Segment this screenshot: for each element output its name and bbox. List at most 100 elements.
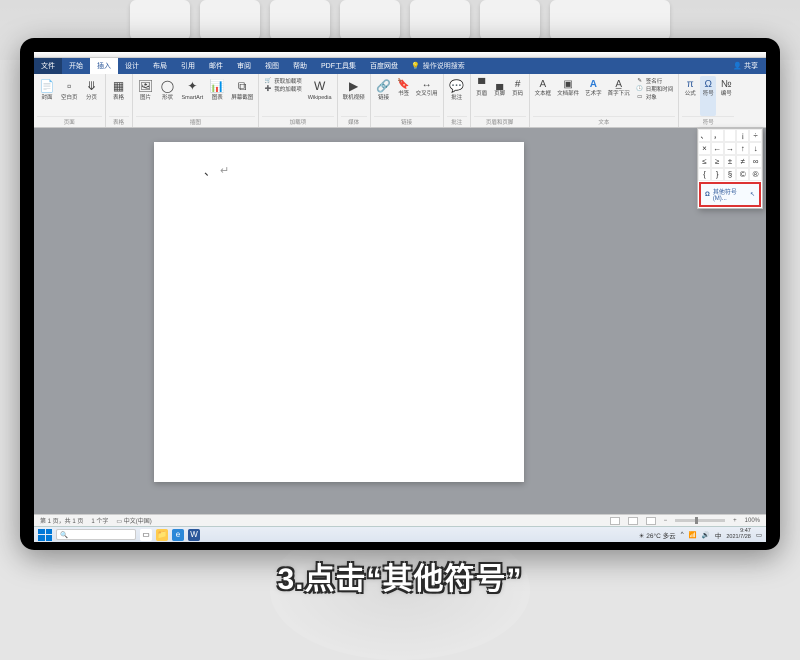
document-page[interactable]: 、 ↵	[154, 142, 524, 482]
blank-page-button[interactable]: ▫空白页	[59, 76, 80, 116]
sym-cell[interactable]: ←	[711, 142, 724, 155]
tab-home[interactable]: 开始	[62, 58, 90, 74]
tab-references[interactable]: 引用	[174, 58, 202, 74]
shapes-icon: ◯	[160, 78, 176, 94]
header-button[interactable]: ▀页眉	[474, 76, 490, 116]
tab-design[interactable]: 设计	[118, 58, 146, 74]
zoom-level[interactable]: 100%	[745, 518, 760, 524]
zoom-in-button[interactable]: +	[733, 518, 737, 524]
sym-cell[interactable]: 、	[698, 129, 711, 142]
quickparts-button[interactable]: ▣文档部件	[555, 76, 581, 116]
tab-pdf[interactable]: PDF工具集	[314, 58, 363, 74]
symbol-button[interactable]: Ω符号	[700, 76, 716, 116]
sym-cell[interactable]: ≤	[698, 155, 711, 168]
document-area[interactable]: 、 ↵	[34, 128, 766, 526]
signature-button[interactable]: ✎签名行	[636, 77, 674, 85]
number-button[interactable]: №编号	[718, 76, 734, 116]
sym-cell[interactable]: ，	[711, 129, 724, 142]
lang-icon: ▭	[116, 519, 122, 525]
share-button[interactable]: 👤 共享	[725, 58, 766, 74]
sym-cell[interactable]: ≥	[711, 155, 724, 168]
view-read-button[interactable]	[610, 517, 620, 525]
equation-button[interactable]: π公式	[682, 76, 698, 116]
sym-cell[interactable]: ↑	[736, 142, 749, 155]
wikipedia-icon: W	[312, 78, 328, 94]
sym-cell[interactable]: ↓	[749, 142, 762, 155]
volume-icon[interactable]: 🔊	[702, 531, 710, 539]
screenshot-button[interactable]: ⧉屏幕截图	[229, 76, 255, 116]
tab-file[interactable]: 文件	[34, 58, 62, 74]
edge-taskbar-icon[interactable]: e	[172, 529, 184, 541]
textbox-button[interactable]: A文本框	[533, 76, 554, 116]
sym-cell[interactable]	[724, 129, 737, 142]
view-print-button[interactable]	[628, 517, 638, 525]
tab-mailings[interactable]: 邮件	[202, 58, 230, 74]
dropcap-button[interactable]: A̲首字下沉	[606, 76, 632, 116]
word-taskbar-icon[interactable]: W	[188, 529, 200, 541]
status-words[interactable]: 1 个字	[91, 516, 108, 525]
sym-cell[interactable]: ®	[749, 168, 762, 181]
pagenum-button[interactable]: #页码	[510, 76, 526, 116]
sym-cell[interactable]: ≠	[736, 155, 749, 168]
text-cursor-area: 、 ↵	[204, 162, 229, 179]
page-break-button[interactable]: ⤋分页	[82, 76, 102, 116]
sym-cell[interactable]: →	[724, 142, 737, 155]
sym-cell[interactable]: ©	[736, 168, 749, 181]
cursor-icon: ↖	[750, 191, 755, 198]
sym-cell[interactable]: ∞	[749, 155, 762, 168]
sym-cell[interactable]: ¡	[736, 129, 749, 142]
ime-icon[interactable]: 中	[715, 530, 722, 540]
notifications-icon[interactable]: ▭	[756, 531, 762, 539]
online-video-button[interactable]: ▶联机视频	[341, 76, 367, 116]
tab-insert[interactable]: 插入	[90, 58, 118, 74]
smartart-button[interactable]: ✦SmartArt	[180, 76, 206, 116]
sym-cell[interactable]: ×	[698, 142, 711, 155]
symbol-grid: 、 ， ¡ ÷ × ← → ↑ ↓ ≤ ≥ ± ≠ ∞ { }	[698, 129, 762, 181]
sym-cell[interactable]: {	[698, 168, 711, 181]
crossref-button[interactable]: ↔交叉引用	[414, 76, 440, 116]
symbol-dropdown-panel: 、 ， ¡ ÷ × ← → ↑ ↓ ≤ ≥ ± ≠ ∞ { }	[697, 128, 763, 209]
weather-icon: ☀	[639, 533, 645, 540]
tab-review[interactable]: 审阅	[230, 58, 258, 74]
comment-button[interactable]: 💬批注	[447, 76, 467, 116]
start-button[interactable]	[38, 529, 52, 541]
tray-chevron-icon[interactable]: ^	[681, 531, 684, 538]
view-web-button[interactable]	[646, 517, 656, 525]
my-addins-button[interactable]: ➕我的加载项	[264, 85, 302, 93]
tab-layout[interactable]: 布局	[146, 58, 174, 74]
tab-help[interactable]: 帮助	[286, 58, 314, 74]
wikipedia-button[interactable]: WWikipedia	[306, 76, 334, 116]
object-button[interactable]: ▭对象	[636, 93, 674, 101]
tell-me[interactable]: 💡 操作说明搜索	[405, 58, 471, 74]
link-button[interactable]: 🔗链接	[374, 76, 394, 116]
chart-button[interactable]: 📊图表	[207, 76, 227, 116]
zoom-slider[interactable]	[675, 519, 725, 522]
shapes-button[interactable]: ◯形状	[158, 76, 178, 116]
tab-baidu[interactable]: 百度网盘	[363, 58, 405, 74]
taskbar-search[interactable]: 🔍	[56, 529, 136, 540]
tab-view[interactable]: 视图	[258, 58, 286, 74]
explorer-taskbar-icon[interactable]: 📁	[156, 529, 168, 541]
bookmark-icon: 🔖	[398, 78, 410, 90]
bookmark-button[interactable]: 🔖书签	[396, 76, 412, 116]
taskbar-clock[interactable]: 9:47 2021/7/28	[726, 529, 750, 540]
wordart-button[interactable]: A艺术字	[583, 76, 604, 116]
status-lang[interactable]: ▭ 中文(中国)	[116, 516, 151, 525]
datetime-button[interactable]: 🕓日期和时间	[636, 85, 674, 93]
zoom-out-button[interactable]: −	[664, 518, 668, 524]
sym-cell[interactable]: }	[711, 168, 724, 181]
cover-page-button[interactable]: 📄封面	[37, 76, 57, 116]
pictures-button[interactable]: 🖼图片	[136, 76, 156, 116]
sym-cell[interactable]: §	[724, 168, 737, 181]
paragraph-mark-icon: ↵	[220, 164, 229, 177]
task-view-button[interactable]: ▭	[140, 529, 152, 541]
get-addins-button[interactable]: 🛒获取加载项	[264, 77, 302, 85]
more-symbols-button[interactable]: Ω 其他符号(M)... ↖	[699, 182, 761, 207]
table-button[interactable]: ▦表格	[109, 76, 129, 116]
footer-button[interactable]: ▄页脚	[492, 76, 508, 116]
status-page[interactable]: 第 1 页，共 1 页	[40, 516, 83, 525]
weather-widget[interactable]: ☀ 26°C 多云	[639, 530, 676, 540]
sym-cell[interactable]: ±	[724, 155, 737, 168]
network-icon[interactable]: 📶	[689, 531, 697, 539]
sym-cell[interactable]: ÷	[749, 129, 762, 142]
